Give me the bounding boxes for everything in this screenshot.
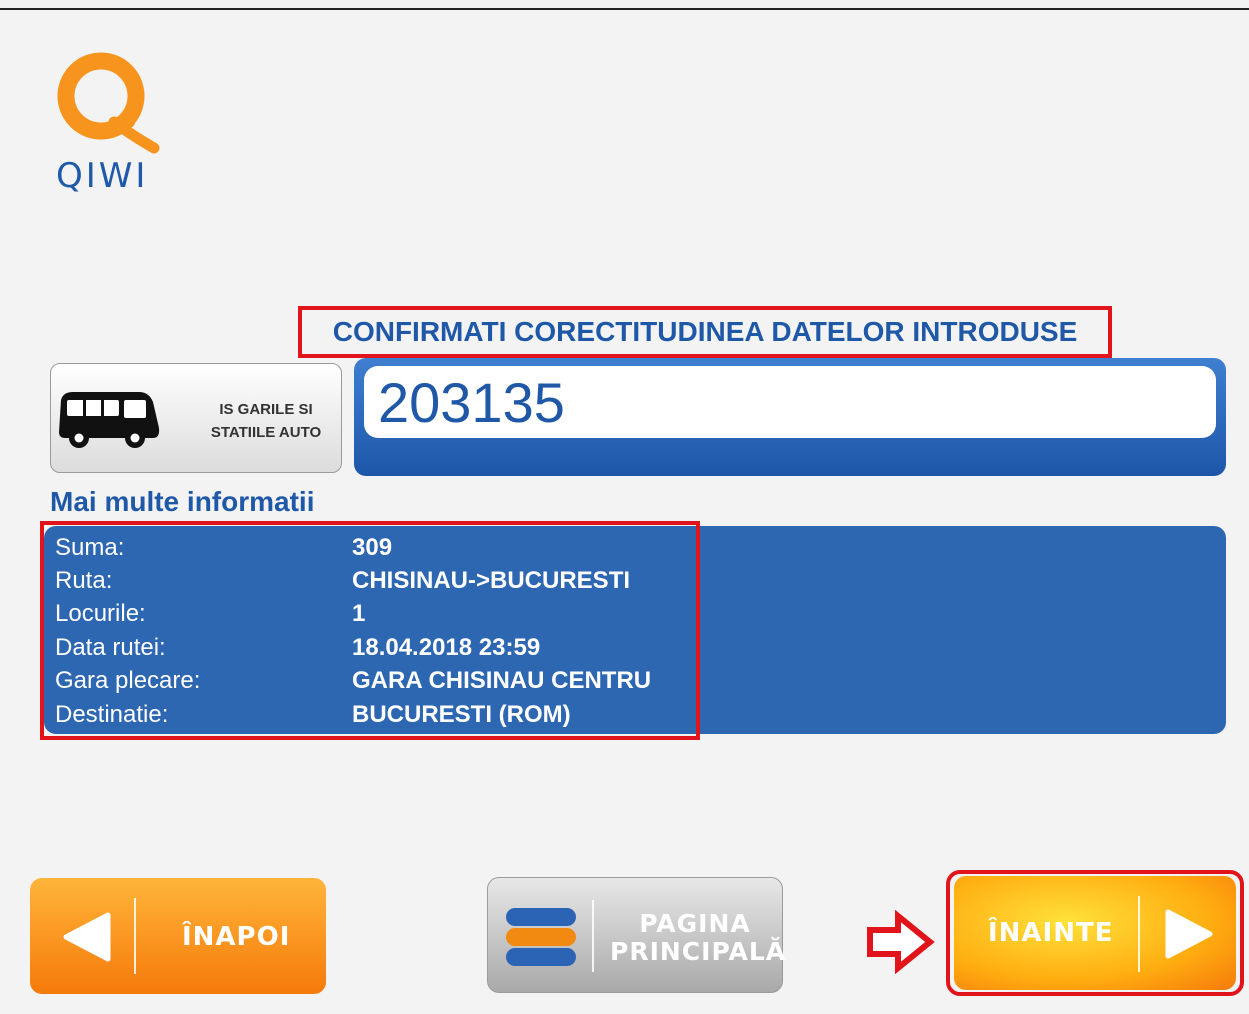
top-border-line [0,8,1249,10]
details-highlight-box [40,521,700,740]
more-info-title: Mai multe informatii [50,486,315,517]
back-button-label: ÎNAPOI [182,922,291,952]
button-divider [592,900,594,972]
home-button-label: PAGINA PRINCIPALĂ [610,909,787,966]
home-button[interactable]: PAGINA PRINCIPALĂ [487,877,787,993]
account-panel [354,358,1226,476]
bus-icon [59,392,160,448]
provider-name: IS GARILE SI STATIILE AUTO [201,398,331,444]
button-divider [134,898,136,974]
qiwi-q-icon [57,52,160,154]
account-number-input[interactable] [364,366,1216,438]
left-triangle-icon [63,912,111,962]
right-arrow-outline-icon [867,910,935,974]
qiwi-logo: QIWI [56,50,166,210]
home-button-label-line2: PRINCIPALĂ [610,937,787,966]
next-highlight-box [946,870,1244,996]
qiwi-logo-text: QIWI [56,156,149,196]
confirm-title: CONFIRMATI CORECTITUDINEA DATELOR INTROD… [298,306,1112,358]
home-button-label-line1: PAGINA [639,909,751,938]
stack-icon [506,908,576,966]
provider-name-line2: STATIILE AUTO [210,424,322,441]
back-button[interactable]: ÎNAPOI [30,878,326,994]
provider-name-line1: IS GARILE SI [219,401,313,418]
provider-card[interactable]: IS GARILE SI STATIILE AUTO [50,363,342,473]
